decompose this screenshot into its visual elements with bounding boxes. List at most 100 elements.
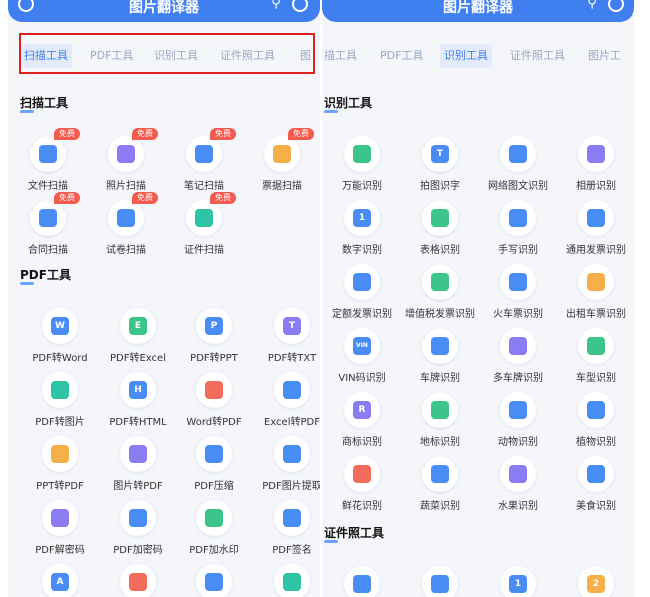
vegetable-icon [431,465,449,483]
tool-note-scan[interactable]: 免费 笔记扫描 [164,128,244,196]
tool-plant[interactable]: 植物识别 [556,392,634,452]
tool-table-recognize[interactable]: 表格识别 [400,200,480,260]
tool-pdf-merge[interactable] [252,564,320,597]
free-badge: 免费 [132,128,158,140]
fixed-invoice-icon [353,273,371,291]
tool-label: 笔记扫描 [184,181,224,192]
pdf-image-extract-icon [283,445,301,463]
image-to-pdf-icon [129,445,147,463]
tool-trademark[interactable]: R 商标识别 [322,392,402,452]
tool-pdf-watermark[interactable]: PDF加水印 [174,500,254,560]
tool-vin-code[interactable]: VIN VIN码识别 [322,328,402,388]
tool-label: 手写识别 [498,245,538,256]
tool-food[interactable]: 美食识别 [556,456,634,516]
tool-car-model[interactable]: 车型识别 [556,328,634,388]
free-badge: 免费 [288,128,314,140]
pdf-decrypt-icon [51,509,69,527]
tool-number-recognize[interactable]: 1 数字识别 [322,200,402,260]
car-model-icon [587,337,605,355]
tab-image-tools[interactable]: 图片工 [584,44,625,68]
search-icon[interactable]: ⚲ [268,0,284,12]
exam-scan-icon [117,209,135,227]
pdf-to-html-icon: H [129,381,147,399]
tool-word-to-pdf[interactable]: Word转PDF [174,372,254,432]
tool-animal[interactable]: 动物识别 [478,392,558,452]
recognize-tools-panel: 图片翻译器 ⚲ 描工具 PDF工具 识别工具 证件照工具 图片工 识别工具 万能… [322,0,634,597]
tool-label: VIN码识别 [338,373,386,384]
tool-id-photo-one-inch[interactable]: 1 [478,566,558,597]
tool-pdf-compress[interactable]: PDF压缩 [174,436,254,496]
tool-web-image-text[interactable]: 网络图文识别 [478,136,558,196]
tool-pdf-sign[interactable]: PDF签名 [252,500,320,560]
highlight-annotation-box [19,33,315,74]
scan-tools-panel: 图片翻译器 ⚲ 扫描工具 PDF工具 识别工具 证件照工具 图 扫描工具 免费 … [8,0,320,597]
tool-pdf-image-extract[interactable]: PDF图片提取 [252,436,320,496]
tool-id-photo-two-inch[interactable]: 2 [556,566,634,597]
tool-id-photo-settings[interactable] [400,566,480,597]
tool-file-scan[interactable]: 免费 文件扫描 [8,128,88,196]
tool-id-photo-person[interactable] [322,566,402,597]
tool-license-plate[interactable]: 车牌识别 [400,328,480,388]
tool-label: 相册识别 [576,181,616,192]
tool-label: 通用发票识别 [566,245,626,256]
note-scan-icon [195,145,213,163]
tool-label: PDF转图片 [35,417,85,428]
tool-label: 鲜花识别 [342,501,382,512]
tool-label: PDF加水印 [189,545,239,556]
tool-landmark[interactable]: 地标识别 [400,392,480,452]
tool-train-ticket[interactable]: 火车票识别 [478,264,558,324]
tab-recognize-tools[interactable]: 识别工具 [440,44,492,68]
pdf-watermark-icon [205,509,223,527]
tool-pdf-encrypt[interactable]: PDF加密码 [98,500,178,560]
tool-pdf-decrypt[interactable]: PDF解密码 [20,500,100,560]
tool-album-recognize[interactable]: 相册识别 [556,136,634,196]
tool-fruit[interactable]: 水果识别 [478,456,558,516]
tool-vegetable[interactable]: 蔬菜识别 [400,456,480,516]
tool-pdf-to-txt[interactable]: T PDF转TXT [252,308,320,368]
tool-pdf-to-html[interactable]: H PDF转HTML [98,372,178,432]
tab-pdf-tools[interactable]: PDF工具 [376,44,427,68]
tool-excel-to-pdf[interactable]: Excel转PDF [252,372,320,432]
tool-ppt-to-pdf[interactable]: PPT转PDF [20,436,100,496]
tool-pdf-split[interactable] [174,564,254,597]
tool-taxi-ticket[interactable]: 出租车票识别 [556,264,634,324]
tool-flower[interactable]: 鲜花识别 [322,456,402,516]
pdf-tool-doc-icon [129,573,147,591]
search-icon[interactable]: ⚲ [584,0,600,12]
tool-photo-text[interactable]: T 拍图识字 [400,136,480,196]
tool-multi-plate[interactable]: 多车牌识别 [478,328,558,388]
tool-handwriting-recognize[interactable]: 手写识别 [478,200,558,260]
tool-universal-recognize[interactable]: 万能识别 [322,136,402,196]
tool-fixed-invoice[interactable]: 定额发票识别 [322,264,402,324]
tool-exam-scan[interactable]: 免费 试卷扫描 [86,192,166,260]
tool-photo-scan[interactable]: 免费 照片扫描 [86,128,166,196]
pdf-encrypt-icon [129,509,147,527]
tool-label: 表格识别 [420,245,460,256]
tool-tabs: 描工具 PDF工具 识别工具 证件照工具 图片工 [322,42,634,70]
tool-label: 蔬菜识别 [420,501,460,512]
tool-pdf-to-word[interactable]: W PDF转Word [20,308,100,368]
tool-label: 火车票识别 [493,309,543,320]
pdf-section-title: PDF工具 [20,268,71,285]
tool-receipt-scan[interactable]: 免费 票据扫描 [242,128,320,196]
tool-pdf-to-ppt[interactable]: P PDF转PPT [174,308,254,368]
tool-invoice-recognize[interactable]: 通用发票识别 [556,200,634,260]
tool-image-to-pdf[interactable]: 图片转PDF [98,436,178,496]
tab-scan-tools[interactable]: 描工具 [322,44,361,68]
tool-pdf-doc[interactable] [98,564,178,597]
id-photo-settings-icon [431,575,449,593]
tool-label: PDF转Excel [110,353,166,364]
pdf-to-excel-icon: E [129,317,147,335]
tool-label: 美食识别 [576,501,616,512]
tool-id-scan[interactable]: 免费 证件扫描 [164,192,244,260]
tool-pdf-to-image[interactable]: PDF转图片 [20,372,100,432]
tool-vat-invoice[interactable]: 增值税发票识别 [400,264,480,324]
tool-contract-scan[interactable]: 免费 合同扫描 [8,192,88,260]
tool-pdf-to-excel[interactable]: E PDF转Excel [98,308,178,368]
free-badge: 免费 [210,192,236,204]
food-icon [587,465,605,483]
tool-pdf-a[interactable]: A [20,564,100,597]
tool-label: 试卷扫描 [106,245,146,256]
photo-scan-icon [117,145,135,163]
tab-id-photo-tools[interactable]: 证件照工具 [506,44,569,68]
